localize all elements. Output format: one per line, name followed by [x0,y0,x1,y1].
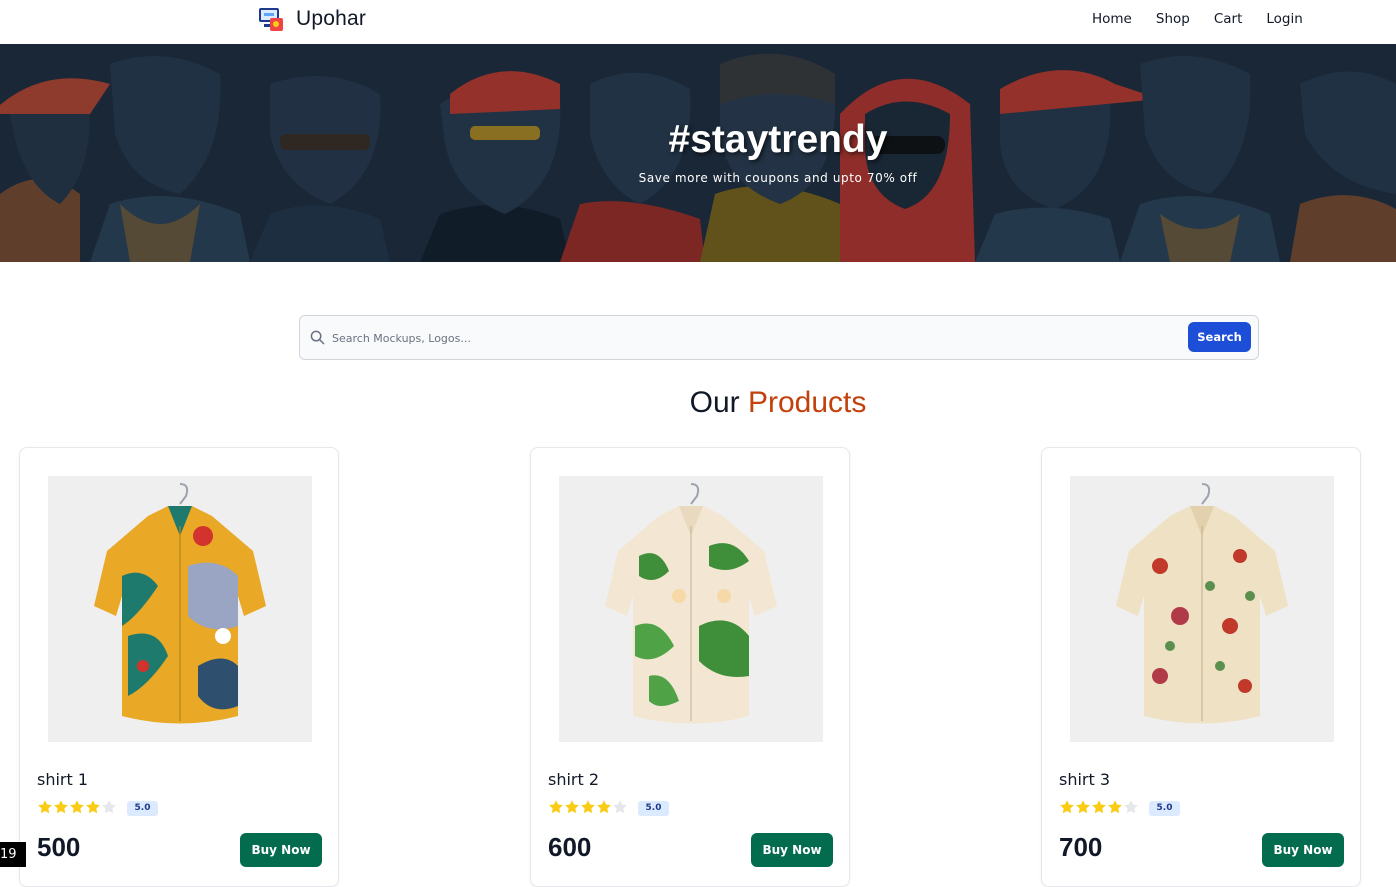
product-image[interactable] [48,476,312,742]
shirt-image [605,483,777,724]
product-card: shirt 2 5.0 600 Buy Now [530,447,850,887]
star-empty-icon [102,800,116,814]
buy-now-button[interactable]: Buy Now [751,833,833,867]
navbar: Upohar Home Shop Cart Login [0,0,1396,44]
rating-badge: 5.0 [127,801,158,816]
star-icon [597,800,611,814]
star-icon [1076,800,1090,814]
rating-badge: 5.0 [638,801,669,816]
section-title-prefix: Our [689,386,740,419]
star-icon [1108,800,1122,814]
search-input[interactable] [332,324,1172,352]
search-bar: Search [299,315,1259,360]
star-icon [70,800,84,814]
star-empty-icon [613,800,627,814]
product-name[interactable]: shirt 2 [548,770,599,789]
star-icon [549,800,563,814]
search-icon [310,330,325,345]
brand-name: Upohar [296,7,367,30]
star-icon [1060,800,1074,814]
star-icon [86,800,100,814]
section-title-accent: Products [747,386,867,419]
product-name[interactable]: shirt 1 [37,770,88,789]
hero-subtitle: Save more with coupons and upto 70% off [638,171,918,185]
product-price: 500 [37,832,81,862]
product-card: shirt 3 5.0 700 Buy Now [1041,447,1361,887]
nav-shop[interactable]: Shop [1144,8,1202,30]
page-indicator: 19 [0,842,26,867]
star-empty-icon [1124,800,1138,814]
product-rating [1059,799,1139,815]
star-icon [38,800,52,814]
shirt-image [1116,483,1288,724]
nav-cart[interactable]: Cart [1202,8,1255,30]
rating-badge: 5.0 [1149,801,1180,816]
section-title: Our Products [0,386,1396,420]
star-icon [581,800,595,814]
product-name[interactable]: shirt 3 [1059,770,1110,789]
product-price: 700 [1059,832,1103,862]
nav-home[interactable]: Home [1080,8,1144,30]
product-image[interactable] [1070,476,1334,742]
product-rating [548,799,628,815]
nav-links: Home Shop Cart Login [1080,8,1315,30]
hero-banner: #staytrendy Save more with coupons and u… [0,44,1396,262]
hero-title: #staytrendy [668,118,888,161]
search-button[interactable]: Search [1188,322,1251,352]
shop-logo-icon [258,5,286,33]
nav-login[interactable]: Login [1254,8,1314,30]
brand-link[interactable]: Upohar [258,4,366,34]
star-icon [1092,800,1106,814]
star-icon [54,800,68,814]
product-image[interactable] [559,476,823,742]
product-rating [37,799,117,815]
product-price: 600 [548,832,592,862]
buy-now-button[interactable]: Buy Now [1262,833,1344,867]
product-card: shirt 1 5.0 500 Buy Now [19,447,339,887]
shirt-image [94,483,266,724]
buy-now-button[interactable]: Buy Now [240,833,322,867]
star-icon [565,800,579,814]
